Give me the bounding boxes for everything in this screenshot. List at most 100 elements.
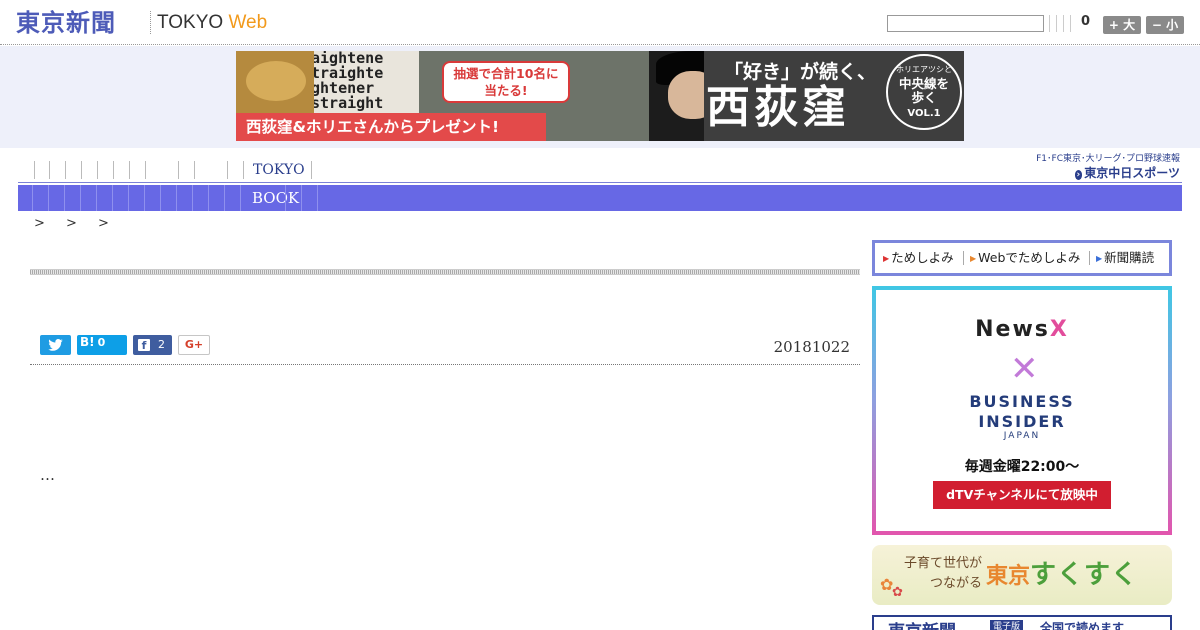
banner-badge-line: 中央線を <box>898 76 949 91</box>
banner-series-badge: ホリエアツシと 中央線を 歩く VOL.1 <box>886 54 962 130</box>
article-body: … <box>40 466 55 484</box>
site-logo[interactable]: 東京新聞 <box>16 8 116 38</box>
main-navigation: BOOK <box>18 185 1182 211</box>
header-divider <box>1070 15 1071 32</box>
facebook-share-button[interactable]: f2 <box>133 335 172 355</box>
bi-line: INSIDER <box>978 412 1066 431</box>
subnav-item[interactable] <box>311 161 312 179</box>
hatena-icon: B! <box>80 335 95 349</box>
logo-divider <box>150 11 151 34</box>
trial-reading-link[interactable]: ▶ ためしよみ <box>883 243 954 275</box>
font-size-small-button[interactable]: − 小 <box>1146 16 1184 34</box>
article-divider <box>30 364 860 365</box>
breadcrumb-separator: > <box>66 216 77 231</box>
subnav-item[interactable] <box>145 161 146 179</box>
mainnav-item[interactable] <box>128 185 129 211</box>
site-logo-english[interactable]: TOKYO Web <box>157 11 267 35</box>
mainnav-item[interactable] <box>112 185 113 211</box>
newsx-ad-inner: NewsX ✕ BUSINESS INSIDER JAPAN 毎週金曜22:00〜… <box>876 290 1168 531</box>
bi-line: BUSINESS <box>969 392 1075 411</box>
chunichi-caption: F1･FC東京･大リーグ･プロ野球速報 <box>1036 154 1180 164</box>
business-insider-logo: BUSINESS INSIDER <box>876 392 1168 432</box>
subnav-item[interactable] <box>97 161 98 179</box>
header-divider <box>1063 15 1064 32</box>
subnav-item[interactable] <box>178 161 179 179</box>
hatena-bookmark-button[interactable]: B! 0 <box>77 335 127 355</box>
top-header: 東京新聞 TOKYO Web 0 + 大 − 小 <box>0 0 1200 45</box>
subnav-item[interactable] <box>65 161 66 179</box>
breadcrumb-separator: > <box>34 216 45 231</box>
facebook-icon: f <box>138 339 150 352</box>
banner-title: 西荻窪 <box>706 82 850 133</box>
subnav-item[interactable] <box>81 161 82 179</box>
sukusuku-logo-tokyo: 東京 <box>986 564 1031 589</box>
banner-badge-line: 歩く <box>911 90 937 105</box>
epaper-logo: 東京新聞 <box>888 617 956 630</box>
mainnav-item[interactable] <box>64 185 65 211</box>
hatena-count: 0 <box>97 336 106 349</box>
triangle-right-icon: ▶ <box>970 254 977 263</box>
mainnav-item[interactable] <box>96 185 97 211</box>
flower-icon: ✿ <box>892 585 903 600</box>
banner-bubble-line: 抽選で合計10名に <box>453 66 559 81</box>
subnav-item[interactable] <box>129 161 130 179</box>
mainnav-item[interactable] <box>192 185 193 211</box>
subnav-item-tokyo[interactable]: TOKYO <box>253 161 305 179</box>
mainnav-item[interactable] <box>224 185 225 211</box>
subnav-item[interactable] <box>243 161 244 179</box>
trial-reading-box: ▶ ためしよみ ▶ Webでためしよみ ▶ 新聞購読 <box>872 240 1172 276</box>
banner-badge-vol: VOL.1 <box>907 108 941 119</box>
mainnav-item[interactable] <box>208 185 209 211</box>
mainnav-item[interactable] <box>48 185 49 211</box>
newsx-logo-x: X <box>1049 317 1069 342</box>
epaper-text: 全国で読めます <box>1040 621 1125 630</box>
newsx-logo-main: News <box>975 317 1050 342</box>
facebook-count: 2 <box>158 338 165 351</box>
digital-edition-banner[interactable]: 東京新聞 電子版 全国で読めます <box>872 615 1172 630</box>
header-divider <box>1056 15 1057 32</box>
mainnav-item[interactable] <box>144 185 145 211</box>
banner-catchphrase: 「好き」が続く、 <box>724 61 877 83</box>
search-input[interactable] <box>887 15 1044 32</box>
mainnav-item[interactable] <box>285 185 286 211</box>
cross-icon: ✕ <box>1010 349 1039 389</box>
banner-prize-bubble: 抽選で合計10名に 当たる! <box>442 61 570 103</box>
mainnav-item[interactable] <box>32 185 33 211</box>
subnav-item[interactable] <box>34 161 35 179</box>
twitter-icon <box>48 339 63 351</box>
ad-dtv-label: dTVチャンネルにて放映中 <box>933 481 1111 509</box>
mainnav-item[interactable] <box>176 185 177 211</box>
article-date: 20181022 <box>773 338 850 356</box>
chevron-right-icon: › <box>1074 170 1083 180</box>
mainnav-item[interactable] <box>160 185 161 211</box>
counter-value: 0 <box>1081 14 1091 29</box>
subnav-item[interactable] <box>113 161 114 179</box>
nav-divider <box>18 182 1182 183</box>
sukusuku-tagline-line: 子育て世代が <box>903 556 982 571</box>
web-trial-reading-link[interactable]: ▶ Webでためしよみ <box>970 243 1080 275</box>
font-size-large-button[interactable]: + 大 <box>1103 16 1141 34</box>
tokyo-sukusuku-banner[interactable]: 子育て世代が つながる ✿ ✿ 東京すくすく <box>872 545 1172 605</box>
mainnav-item-book[interactable]: BOOK <box>252 185 299 211</box>
promo-banner[interactable]: aightene traighte ghtener straight 抽選で合計… <box>236 51 964 141</box>
mainnav-item[interactable] <box>301 185 302 211</box>
subscribe-link[interactable]: ▶ 新聞購読 <box>1096 243 1154 275</box>
subnav-item[interactable] <box>227 161 228 179</box>
logo-tokyo-text: TOKYO <box>157 12 224 33</box>
subnav-item[interactable] <box>49 161 50 179</box>
newsx-logo: NewsX <box>876 317 1168 342</box>
triangle-right-icon: ▶ <box>1096 254 1103 263</box>
chunichi-name: 中日スポーツ <box>1108 166 1180 180</box>
banner-badge-small: ホリエアツシと <box>896 65 952 74</box>
trial-divider <box>963 251 964 265</box>
twitter-share-button[interactable] <box>40 335 71 355</box>
subnav-item[interactable] <box>194 161 195 179</box>
mainnav-item[interactable] <box>80 185 81 211</box>
web-trial-reading-label: Webでためしよみ <box>978 250 1081 265</box>
mainnav-item[interactable] <box>317 185 318 211</box>
article-title-rule <box>30 269 860 275</box>
newsx-ad[interactable]: NewsX ✕ BUSINESS INSIDER JAPAN 毎週金曜22:00〜… <box>872 286 1172 535</box>
google-plus-share-button[interactable]: G+ <box>178 335 210 355</box>
chunichi-sports-link[interactable]: F1･FC東京･大リーグ･プロ野球速報 › 東京中日スポーツ <box>1020 153 1180 183</box>
mainnav-item[interactable] <box>240 185 241 211</box>
